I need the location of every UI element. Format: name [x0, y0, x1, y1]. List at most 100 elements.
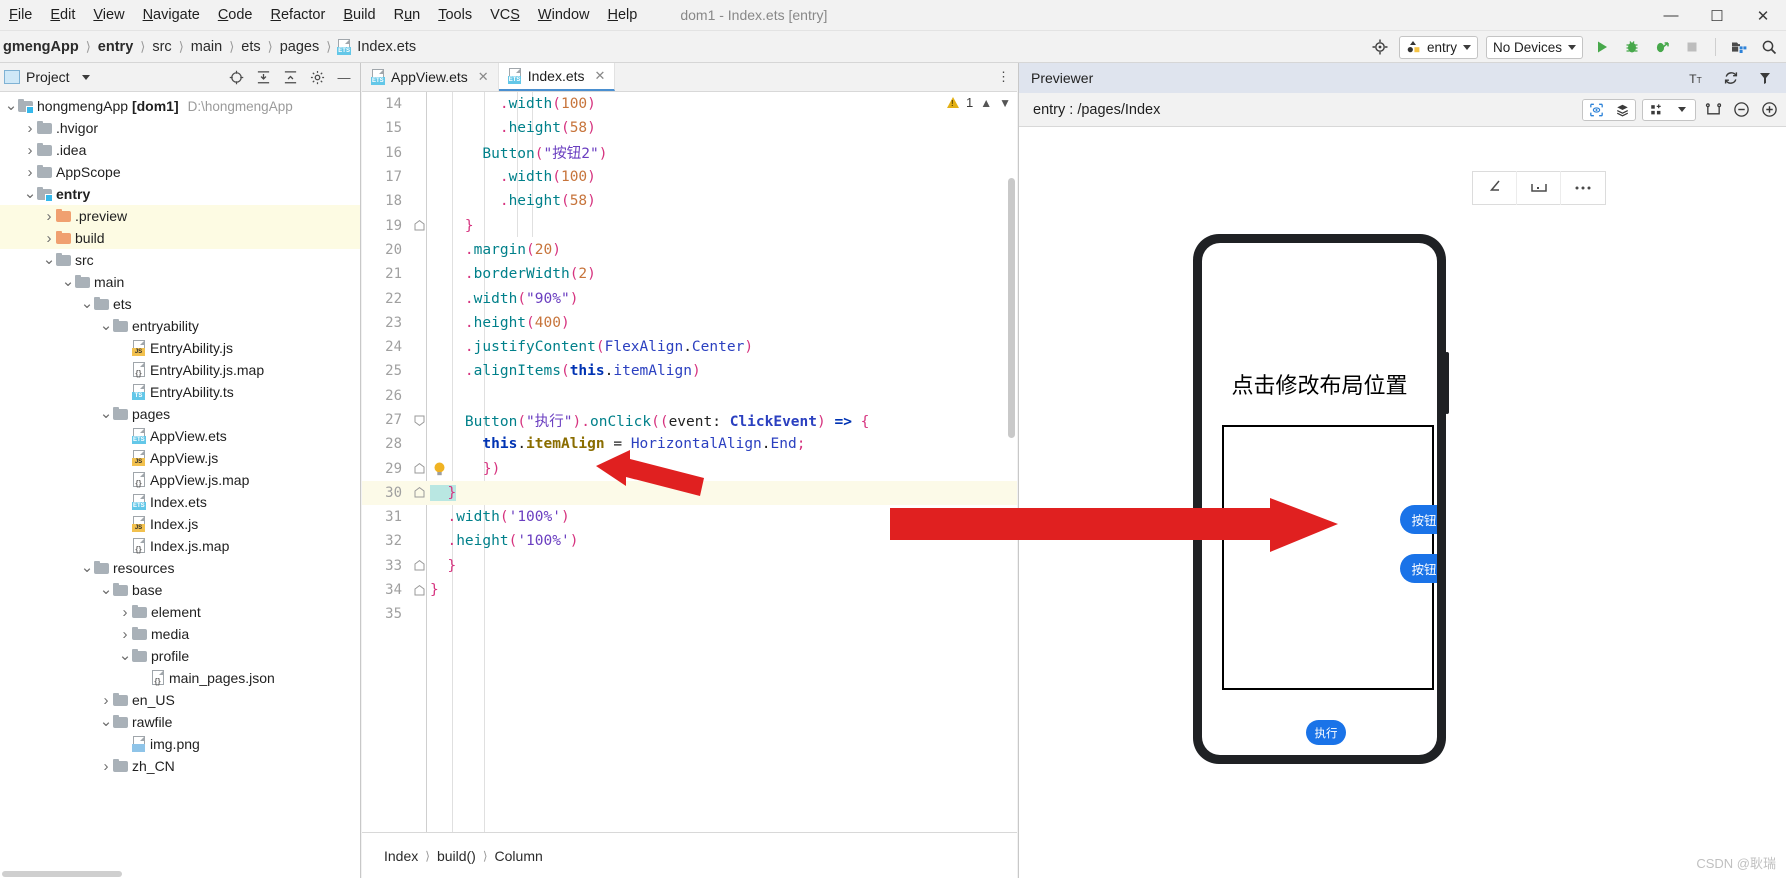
chevron-right-icon[interactable]: ›: [42, 230, 56, 247]
target-icon[interactable]: [1369, 36, 1391, 58]
chevron-right-icon[interactable]: ›: [118, 626, 132, 643]
tree-item[interactable]: ⌄ entryability: [0, 315, 360, 337]
code-line[interactable]: 28 this.itemAlign = HorizontalAlign.End;: [362, 432, 1017, 456]
chevron-down-icon[interactable]: [81, 74, 90, 80]
editor-scrollbar[interactable]: [1006, 92, 1017, 832]
tree-item[interactable]: img.png: [0, 733, 360, 755]
code-line[interactable]: 27 Button("执行").onClick((event: ClickEve…: [362, 408, 1017, 432]
zoom-in-icon[interactable]: [1758, 99, 1780, 121]
code-line[interactable]: 24 .justifyContent(FlexAlign.Center): [362, 335, 1017, 359]
code-line[interactable]: 18 .height(58): [362, 189, 1017, 213]
tree-item[interactable]: ETS AppView.ets: [0, 425, 360, 447]
code-line[interactable]: 19 }: [362, 213, 1017, 237]
code-line[interactable]: 20 .margin(20): [362, 238, 1017, 262]
chevron-down-icon[interactable]: ⌄: [99, 318, 113, 333]
tree-item[interactable]: › .preview: [0, 205, 360, 227]
menu-item-edit[interactable]: Edit: [41, 5, 84, 25]
maximize-button[interactable]: ☐: [1694, 0, 1740, 31]
code-line[interactable]: 22 .width("90%"): [362, 286, 1017, 310]
stop-icon[interactable]: [1681, 36, 1703, 58]
preview-exec-button[interactable]: 执行: [1306, 720, 1346, 745]
tree-item[interactable]: › en_US: [0, 689, 360, 711]
menu-item-vcs[interactable]: VCS: [481, 5, 529, 25]
breadcrumb-item-ets[interactable]: ets: [238, 39, 263, 55]
tree-item[interactable]: ⌄ profile: [0, 645, 360, 667]
tree-item[interactable]: › .idea: [0, 139, 360, 161]
code-line[interactable]: 26: [362, 384, 1017, 408]
chevron-down-icon[interactable]: ⌄: [23, 186, 37, 201]
tree-item[interactable]: JS EntryAbility.js: [0, 337, 360, 359]
fold-collapse-icon[interactable]: [408, 584, 430, 596]
grid-icon[interactable]: [1643, 100, 1669, 120]
device-selector[interactable]: No Devices: [1485, 35, 1583, 59]
project-horizontal-scrollbar[interactable]: [0, 870, 360, 878]
status-breadcrumb-column[interactable]: Column: [495, 848, 543, 864]
chevron-down-icon[interactable]: ⌄: [99, 406, 113, 421]
code-line[interactable]: 33 }: [362, 554, 1017, 578]
tree-item[interactable]: › zh_CN: [0, 755, 360, 777]
chevron-down-icon[interactable]: ⌄: [61, 274, 75, 289]
code-line[interactable]: 14 .width(100): [362, 92, 1017, 116]
code-line[interactable]: 16 Button("按钮2"): [362, 141, 1017, 165]
code-area[interactable]: 1 ▲ ▼ 14 .width(100)15 .height(58)16 But…: [362, 92, 1017, 832]
rotate-icon[interactable]: [1473, 171, 1517, 205]
tree-item[interactable]: ⌄ base: [0, 579, 360, 601]
chevron-right-icon[interactable]: ›: [23, 142, 37, 159]
layout-selector[interactable]: [1642, 98, 1696, 121]
close-icon[interactable]: ✕: [595, 68, 606, 84]
search-icon[interactable]: [1758, 36, 1780, 58]
tree-item[interactable]: › AppScope: [0, 161, 360, 183]
tab-appview-ets[interactable]: ETS AppView.ets ✕: [362, 63, 499, 91]
breadcrumb-item-main[interactable]: main: [188, 39, 225, 55]
run-configuration-selector[interactable]: entry: [1398, 35, 1478, 59]
close-icon[interactable]: ✕: [478, 69, 489, 85]
breadcrumb-item-file[interactable]: Index.ets: [354, 39, 419, 55]
fold-expand-icon[interactable]: [408, 415, 430, 426]
tree-item[interactable]: {} EntryAbility.js.map: [0, 359, 360, 381]
preview-button-1[interactable]: 按钮1: [1400, 505, 1437, 534]
breadcrumb-item-pages[interactable]: pages: [277, 39, 323, 55]
refresh-icon[interactable]: [1720, 67, 1742, 89]
chevron-down-icon[interactable]: ⌄: [4, 98, 18, 113]
tree-item[interactable]: {} main_pages.json: [0, 667, 360, 689]
more-icon[interactable]: [1561, 171, 1605, 205]
minimize-button[interactable]: —: [1648, 0, 1694, 31]
code-line[interactable]: 15 .height(58): [362, 116, 1017, 140]
inspector-icon[interactable]: [1583, 99, 1609, 120]
tree-item[interactable]: ⌄ hongmengApp [dom1] D:\hongmengApp: [0, 95, 360, 117]
hide-panel-icon[interactable]: —: [334, 67, 354, 87]
locate-icon[interactable]: [226, 67, 246, 87]
chevron-right-icon[interactable]: ›: [118, 604, 132, 621]
breadcrumb-item-src[interactable]: src: [149, 39, 174, 55]
tree-item[interactable]: TS EntryAbility.ts: [0, 381, 360, 403]
zoom-out-icon[interactable]: [1730, 99, 1752, 121]
breadcrumb-item-entry[interactable]: entry: [95, 39, 136, 55]
chevron-down-icon[interactable]: ⌄: [80, 560, 94, 575]
breadcrumb-item-project[interactable]: gmengApp: [0, 39, 82, 55]
close-button[interactable]: ✕: [1740, 0, 1786, 31]
chevron-right-icon[interactable]: ›: [42, 208, 56, 225]
preview-button-2[interactable]: 按钮2: [1400, 554, 1437, 583]
chevron-down-icon[interactable]: ⌄: [118, 648, 132, 663]
menu-item-build[interactable]: Build: [334, 5, 384, 25]
chevron-up-icon[interactable]: ▲: [980, 96, 992, 110]
chevron-right-icon[interactable]: ›: [99, 758, 113, 775]
tree-item[interactable]: ⌄ entry: [0, 183, 360, 205]
tree-item[interactable]: JS Index.js: [0, 513, 360, 535]
fold-collapse-icon[interactable]: [408, 463, 430, 474]
intention-bulb-icon[interactable]: [430, 462, 448, 476]
chevron-down-icon[interactable]: ⌄: [42, 252, 56, 267]
tree-item[interactable]: ⌄ rawfile: [0, 711, 360, 733]
crop-icon[interactable]: [1702, 99, 1724, 121]
layers-icon[interactable]: [1609, 100, 1635, 120]
tree-item[interactable]: {} Index.js.map: [0, 535, 360, 557]
menu-item-code[interactable]: Code: [209, 5, 262, 25]
debug-icon[interactable]: [1621, 36, 1643, 58]
code-line[interactable]: 30 }: [362, 480, 1017, 506]
status-breadcrumb-build[interactable]: build(): [437, 848, 476, 864]
fold-collapse-icon[interactable]: [408, 487, 430, 498]
menu-item-help[interactable]: Help: [598, 5, 646, 25]
code-line[interactable]: 35: [362, 602, 1017, 626]
device-manager-icon[interactable]: [1728, 36, 1750, 58]
menu-item-refactor[interactable]: Refactor: [262, 5, 335, 25]
